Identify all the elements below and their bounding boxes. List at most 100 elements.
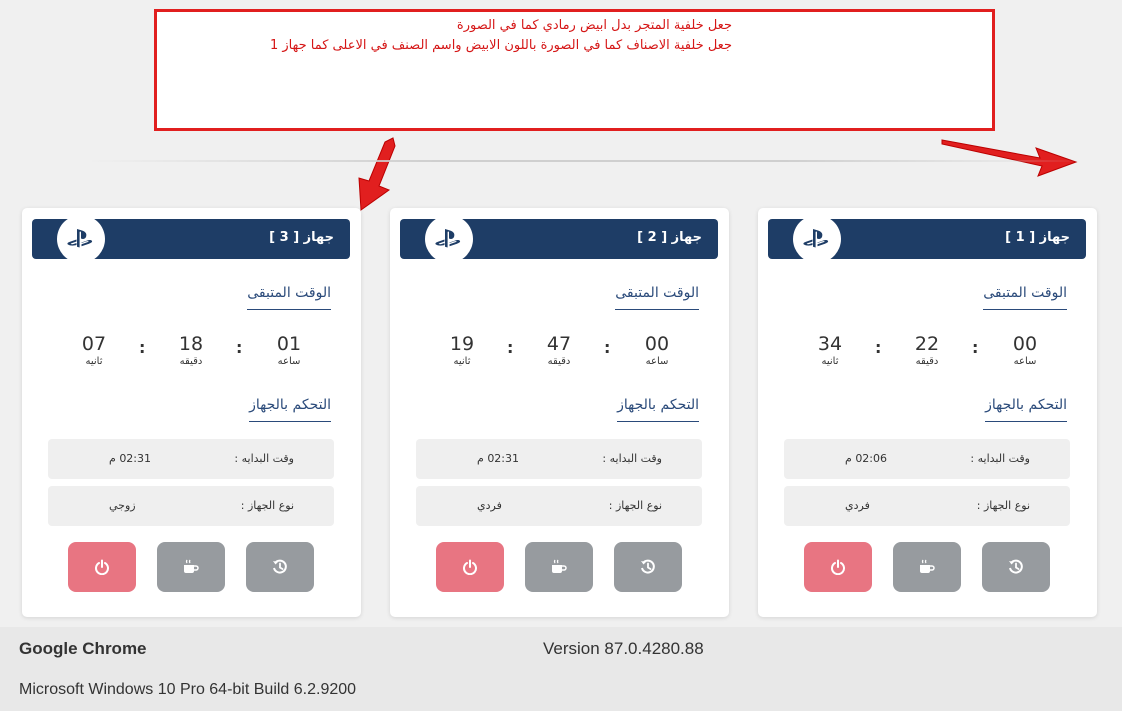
history-icon xyxy=(641,559,655,574)
coffee-icon xyxy=(184,559,199,573)
hours-label: ساعه xyxy=(277,356,301,367)
minutes-label: دقيقه xyxy=(915,356,939,367)
annotation-box: جعل خلفية المتجر بدل ابيض رمادي كما في ا… xyxy=(154,9,995,131)
card-header: جهاز [ 3 ] xyxy=(32,215,350,263)
annotation-line-1: جعل خلفية المتجر بدل ابيض رمادي كما في ا… xyxy=(456,18,732,33)
hours-value: 00 xyxy=(644,333,670,355)
start-time-value: 02:31 م xyxy=(109,452,152,465)
timer-separator: : xyxy=(139,338,146,357)
power-button[interactable] xyxy=(804,542,872,592)
timer-separator: : xyxy=(604,338,611,357)
hours-unit: 00 ساعه xyxy=(1000,332,1050,368)
power-icon xyxy=(831,559,845,575)
power-button[interactable] xyxy=(436,542,504,592)
device-card-1: جهاز [ 1 ] الوقت المتبقى 00 ساعه : 22 دق… xyxy=(758,208,1097,617)
minutes-label: دقيقه xyxy=(547,356,571,367)
left-arrow-icon xyxy=(358,137,396,211)
os-info: Microsoft Windows 10 Pro 64-bit Build 6.… xyxy=(19,681,357,698)
timer: 01 ساعه : 18 دقيقه : 07 ثانيه xyxy=(22,332,361,372)
timer-separator: : xyxy=(236,338,243,357)
device-type-label: نوع الجهاز : xyxy=(608,499,662,512)
seconds-unit: 07 ثانيه xyxy=(69,332,119,368)
timer-separator: : xyxy=(972,338,979,357)
device-type-row: نوع الجهاز : فردي xyxy=(416,486,702,526)
minutes-value: 47 xyxy=(546,333,572,355)
timer-separator: : xyxy=(875,338,882,357)
power-icon xyxy=(95,559,109,575)
device-type-value: فردي xyxy=(845,499,870,512)
section-divider xyxy=(85,160,1085,162)
card-title: جهاز [ 3 ] xyxy=(269,230,334,245)
card-header: جهاز [ 1 ] xyxy=(768,215,1086,263)
seconds-unit: 34 ثانيه xyxy=(805,332,855,368)
coffee-icon xyxy=(552,559,567,573)
minutes-unit: 22 دقيقه xyxy=(902,332,952,368)
device-control-title: التحكم بالجهاز xyxy=(617,397,699,422)
device-type-label: نوع الجهاز : xyxy=(976,499,1030,512)
minutes-unit: 47 دقيقه xyxy=(534,332,584,368)
start-time-row: وقت البدايه : 02:31 م xyxy=(416,439,702,479)
playstation-icon xyxy=(793,215,841,263)
minutes-label: دقيقه xyxy=(179,356,203,367)
browser-name: Google Chrome xyxy=(19,639,147,658)
device-type-value: زوجي xyxy=(109,499,136,512)
hours-value: 01 xyxy=(276,333,302,355)
seconds-label: ثانيه xyxy=(85,356,103,367)
device-type-label: نوع الجهاز : xyxy=(240,499,294,512)
start-time-label: وقت البدايه : xyxy=(602,452,662,465)
seconds-label: ثانيه xyxy=(821,356,839,367)
start-time-label: وقت البدايه : xyxy=(970,452,1030,465)
start-time-row: وقت البدايه : 02:31 م xyxy=(48,439,334,479)
device-card-2: جهاز [ 2 ] الوقت المتبقى 00 ساعه : 47 دق… xyxy=(390,208,729,617)
start-time-label: وقت البدايه : xyxy=(234,452,294,465)
timer: 00 ساعه : 47 دقيقه : 19 ثانيه xyxy=(390,332,729,372)
minutes-value: 18 xyxy=(178,333,204,355)
right-arrow-icon xyxy=(941,139,1078,177)
hours-label: ساعه xyxy=(1013,356,1037,367)
start-time-row: وقت البدايه : 02:06 م xyxy=(784,439,1070,479)
start-time-value: 02:06 م xyxy=(845,452,888,465)
coffee-icon xyxy=(920,559,935,573)
history-icon xyxy=(1009,559,1023,574)
power-icon xyxy=(463,559,477,575)
coffee-button[interactable] xyxy=(157,542,225,592)
timer: 00 ساعه : 22 دقيقه : 34 ثانيه xyxy=(758,332,1097,372)
seconds-value: 19 xyxy=(449,333,475,355)
device-card-3: جهاز [ 3 ] الوقت المتبقى 01 ساعه : 18 دق… xyxy=(22,208,361,617)
system-info-footer: Google Chrome Version 87.0.4280.88 Micro… xyxy=(0,627,1122,711)
browser-version: Version 87.0.4280.88 xyxy=(543,639,704,658)
device-control-title: التحكم بالجهاز xyxy=(985,397,1067,422)
hours-value: 00 xyxy=(1012,333,1038,355)
card-header: جهاز [ 2 ] xyxy=(400,215,718,263)
minutes-value: 22 xyxy=(914,333,940,355)
device-type-value: فردي xyxy=(477,499,502,512)
history-button[interactable] xyxy=(982,542,1050,592)
remaining-time-title: الوقت المتبقى xyxy=(247,285,331,310)
minutes-unit: 18 دقيقه xyxy=(166,332,216,368)
timer-separator: : xyxy=(507,338,514,357)
history-button[interactable] xyxy=(246,542,314,592)
hours-label: ساعه xyxy=(645,356,669,367)
card-title: جهاز [ 1 ] xyxy=(1005,230,1070,245)
history-button[interactable] xyxy=(614,542,682,592)
annotation-line-2: جعل خلفية الاصناف كما في الصورة باللون ا… xyxy=(269,38,732,53)
start-time-value: 02:31 م xyxy=(477,452,520,465)
remaining-time-title: الوقت المتبقى xyxy=(615,285,699,310)
coffee-button[interactable] xyxy=(525,542,593,592)
history-icon xyxy=(273,559,287,574)
device-type-row: نوع الجهاز : فردي xyxy=(784,486,1070,526)
seconds-label: ثانيه xyxy=(453,356,471,367)
seconds-value: 34 xyxy=(817,333,843,355)
device-type-row: نوع الجهاز : زوجي xyxy=(48,486,334,526)
device-control-title: التحكم بالجهاز xyxy=(249,397,331,422)
power-button[interactable] xyxy=(68,542,136,592)
hours-unit: 00 ساعه xyxy=(632,332,682,368)
remaining-time-title: الوقت المتبقى xyxy=(983,285,1067,310)
playstation-icon xyxy=(425,215,473,263)
hours-unit: 01 ساعه xyxy=(264,332,314,368)
seconds-value: 07 xyxy=(81,333,107,355)
card-title: جهاز [ 2 ] xyxy=(637,230,702,245)
seconds-unit: 19 ثانيه xyxy=(437,332,487,368)
playstation-icon xyxy=(57,215,105,263)
coffee-button[interactable] xyxy=(893,542,961,592)
